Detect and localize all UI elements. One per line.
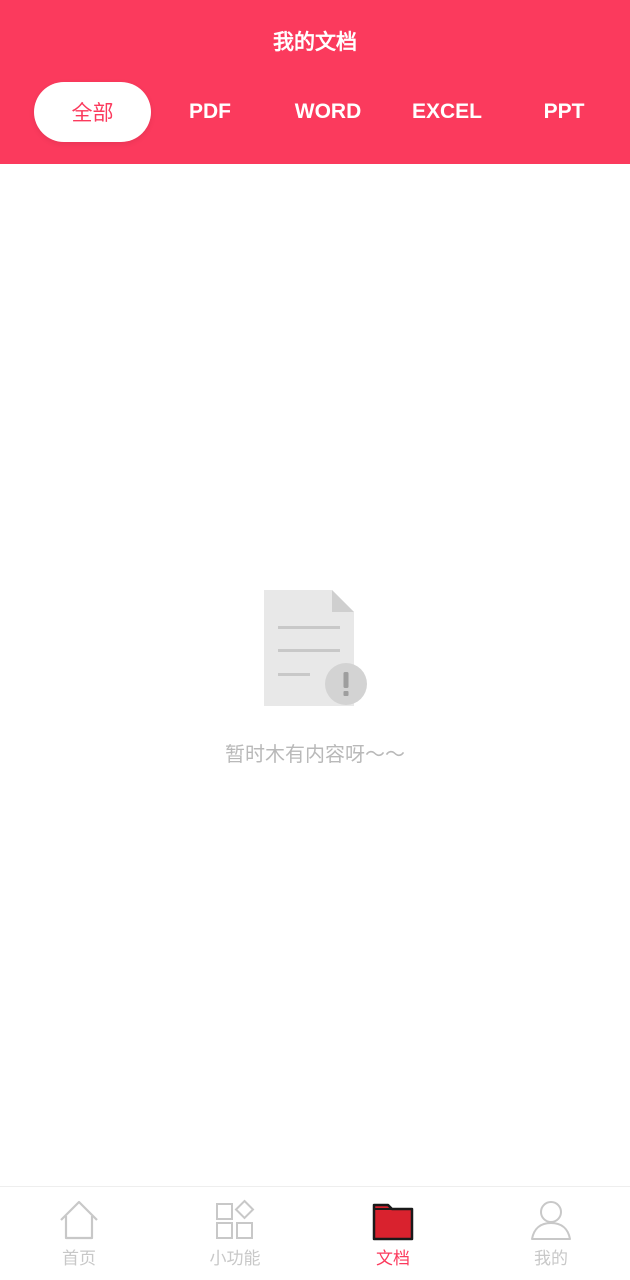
app-screen: 我的文档 全部 PDF WORD EXCEL PPT 暂时木有内容呀～～ 首页 … — [0, 0, 630, 1280]
tab-all[interactable]: 全部 — [34, 82, 151, 142]
bottom-navigation: 首页 小功能 文档 我的 — [0, 1186, 630, 1280]
nav-label-tools: 小功能 — [209, 1249, 261, 1269]
nav-label-home: 首页 — [62, 1249, 96, 1269]
tab-pdf[interactable]: PDF — [162, 82, 258, 142]
tab-excel[interactable]: EXCEL — [398, 82, 496, 142]
folder-icon — [372, 1203, 414, 1241]
nav-item-home[interactable]: 首页 — [19, 1197, 139, 1275]
tab-ppt[interactable]: PPT — [516, 82, 612, 142]
page-title: 我的文档 — [273, 30, 357, 54]
nav-label-documents: 文档 — [376, 1249, 410, 1269]
nav-item-tools[interactable]: 小功能 — [175, 1197, 295, 1275]
nav-item-profile[interactable]: 我的 — [491, 1197, 611, 1275]
home-icon — [60, 1200, 98, 1240]
document-type-tabs: 全部 PDF WORD EXCEL PPT — [0, 82, 630, 142]
widgets-icon — [216, 1199, 255, 1239]
empty-message: 暂时木有内容呀～～ — [225, 742, 405, 766]
empty-state: 暂时木有内容呀～～ — [0, 586, 630, 786]
header-bar: 我的文档 全部 PDF WORD EXCEL PPT — [0, 0, 630, 164]
user-icon — [531, 1201, 571, 1240]
nav-item-documents[interactable]: 文档 — [333, 1197, 453, 1275]
tab-word[interactable]: WORD — [280, 82, 376, 142]
document-warning-icon — [264, 590, 367, 706]
nav-label-profile: 我的 — [534, 1249, 568, 1269]
